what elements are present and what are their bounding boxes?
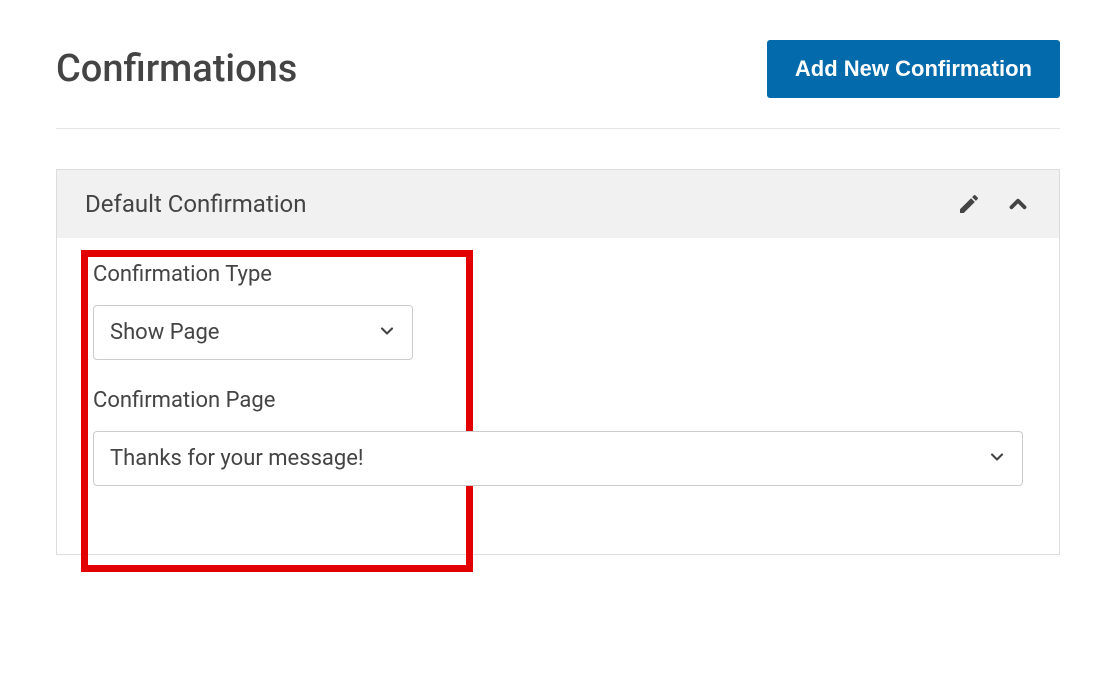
confirmation-page-select[interactable]: Thanks for your message! xyxy=(93,431,1023,486)
add-new-confirmation-button[interactable]: Add New Confirmation xyxy=(767,40,1060,98)
panel-title: Default Confirmation xyxy=(85,190,306,218)
panel-header: Default Confirmation xyxy=(57,170,1059,238)
confirmation-type-group: Confirmation Type Show Page xyxy=(93,262,1023,360)
confirmation-page-label: Confirmation Page xyxy=(93,388,1023,413)
panel-actions xyxy=(957,191,1031,217)
confirmation-type-select[interactable]: Show Page xyxy=(93,305,413,360)
confirmation-type-label: Confirmation Type xyxy=(93,262,1023,287)
confirmation-type-select-wrap: Show Page xyxy=(93,305,413,360)
panel-body: Confirmation Type Show Page Confirmation… xyxy=(57,238,1059,554)
confirmation-page-group: Confirmation Page Thanks for your messag… xyxy=(93,388,1023,486)
page-title: Confirmations xyxy=(56,47,297,91)
page-header: Confirmations Add New Confirmation xyxy=(56,40,1060,129)
confirmation-page-select-wrap: Thanks for your message! xyxy=(93,431,1023,486)
confirmation-panel: Default Confirmation Confirmation Type S… xyxy=(56,169,1060,555)
chevron-up-icon[interactable] xyxy=(1005,191,1031,217)
edit-icon[interactable] xyxy=(957,192,981,216)
